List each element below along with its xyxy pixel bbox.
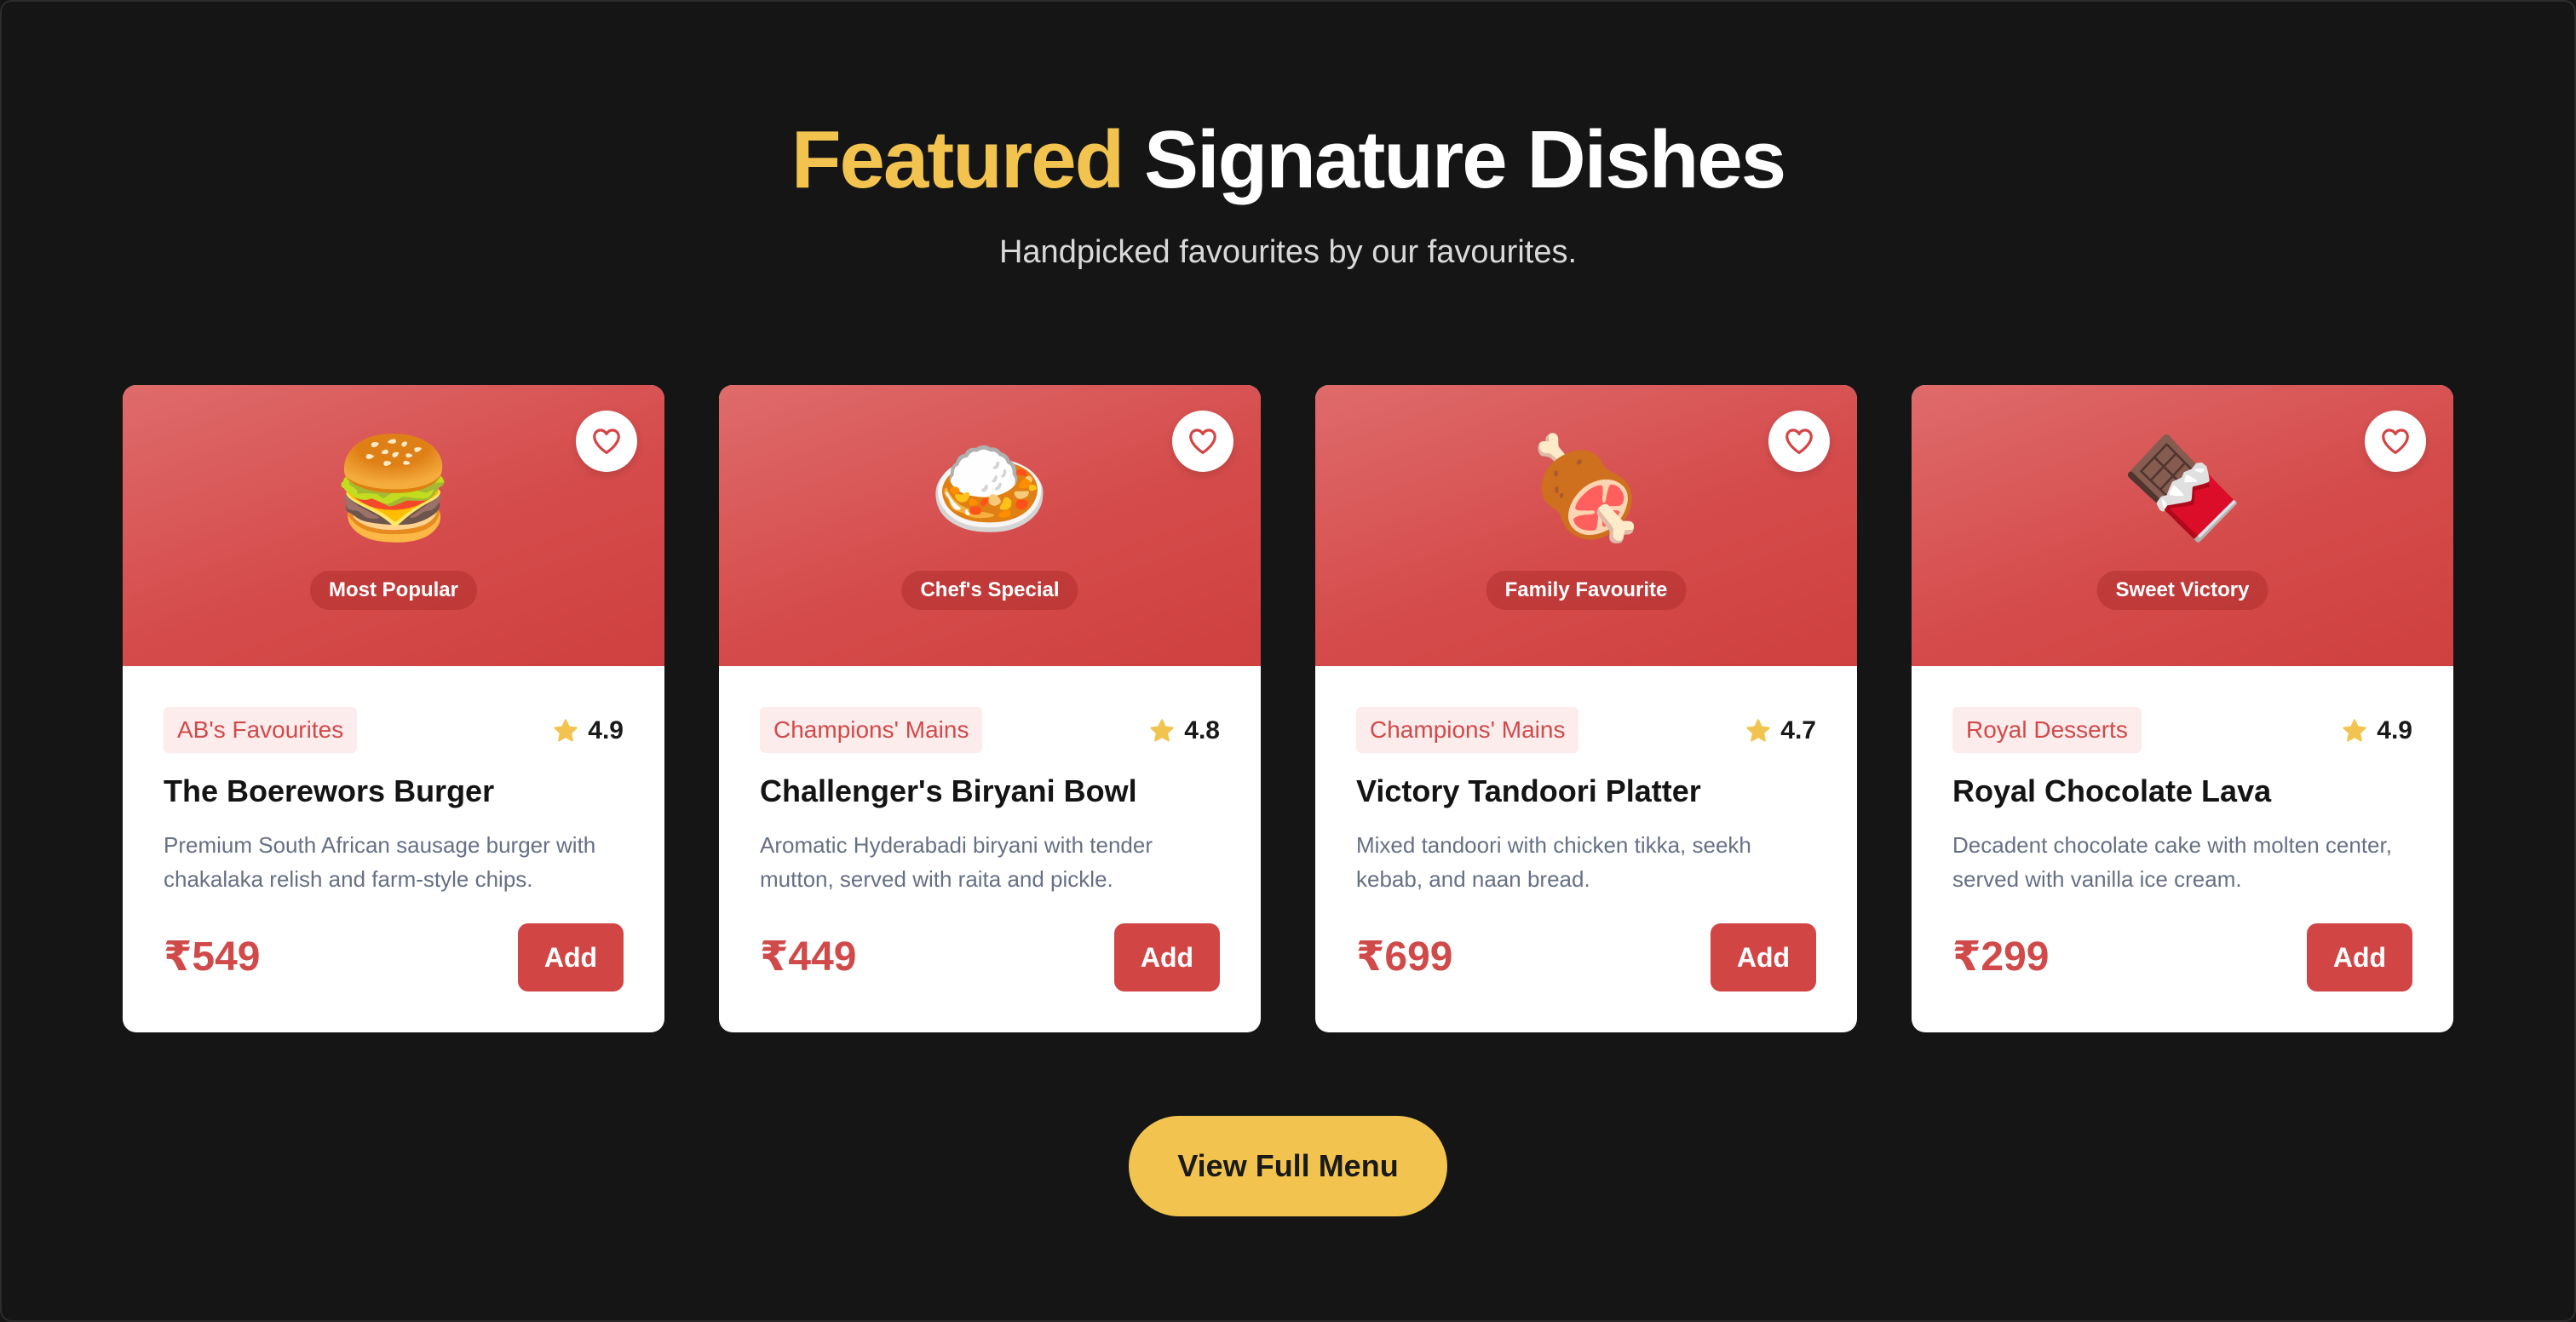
dish-price: ₹549: [164, 934, 261, 980]
dish-price: ₹699: [1356, 934, 1453, 980]
dish-name: Victory Tandoori Platter: [1356, 773, 1701, 808]
rating-value: 4.9: [2377, 716, 2412, 744]
category-tag: AB's Favourites: [164, 707, 358, 753]
dish-card: 🍛 Chef's Special Champions' Mains 4.8 Ch…: [719, 385, 1261, 1032]
favourite-button[interactable]: [2365, 411, 2426, 472]
dish-price: ₹299: [1952, 934, 2050, 980]
category-tag: Champions' Mains: [1356, 707, 1579, 753]
view-full-menu-button[interactable]: View Full Menu: [1129, 1116, 1447, 1216]
dish-description: Premium South African sausage burger wit…: [164, 832, 596, 892]
dish-badge: Chef's Special: [901, 571, 1078, 610]
add-to-cart-button[interactable]: Add: [2307, 923, 2412, 992]
heart-icon: [1189, 428, 1216, 455]
add-to-cart-button[interactable]: Add: [1711, 923, 1816, 992]
category-tag: Royal Desserts: [1952, 707, 2142, 753]
dish-card: 🍖 Family Favourite Champions' Mains 4.7 …: [1315, 385, 1857, 1032]
favourite-button[interactable]: [1768, 411, 1830, 472]
favourite-button[interactable]: [576, 411, 637, 472]
add-to-cart-button[interactable]: Add: [518, 923, 624, 992]
section-title-accent: Featured: [791, 114, 1124, 205]
star-icon: [554, 719, 578, 742]
dish-price: ₹449: [760, 934, 857, 980]
heart-icon: [1785, 428, 1813, 455]
rating-value: 4.7: [1780, 716, 1816, 744]
rating: 4.9: [552, 712, 624, 750]
rating: 4.9: [2341, 712, 2412, 750]
star-icon: [1150, 719, 1174, 742]
dish-badge: Family Favourite: [1486, 571, 1687, 610]
dish-description: Decadent chocolate cake with molten cent…: [1952, 832, 2392, 892]
dish-badge: Most Popular: [309, 571, 478, 610]
rating-value: 4.8: [1184, 716, 1220, 744]
section-title-rest: Signature Dishes: [1143, 114, 1786, 205]
dish-name: Royal Chocolate Lava: [1952, 773, 2272, 808]
dish-card: 🍫 Sweet Victory Royal Desserts 4.9 Royal…: [1912, 385, 2453, 1032]
dish-name: The Boerewors Burger: [164, 773, 495, 808]
rating: 4.7: [1745, 712, 1816, 750]
dish-badge: Sweet Victory: [2096, 571, 2268, 610]
favourite-button[interactable]: [1172, 411, 1233, 472]
dish-card-header: 🍔 Most Popular: [123, 385, 664, 666]
dish-description: Aromatic Hyderabadi biryani with tender …: [760, 832, 1153, 892]
star-icon: [2343, 719, 2366, 742]
rating-value: 4.9: [588, 716, 624, 744]
section-subtitle: Handpicked favourites by our favourites.: [998, 234, 1578, 270]
section-title: Featured Signature Dishes: [0, 109, 2576, 211]
dish-description: Mixed tandoori with chicken tikka, seekh…: [1356, 832, 1751, 892]
dish-card: 🍔 Most Popular AB's Favourites 4.9 The B…: [123, 385, 664, 1032]
dish-card-header: 🍖 Family Favourite: [1315, 385, 1857, 666]
dish-card-header: 🍛 Chef's Special: [719, 385, 1261, 666]
rating: 4.8: [1148, 712, 1220, 750]
heart-icon: [2382, 428, 2409, 455]
star-icon: [1746, 719, 1770, 742]
dish-name: Challenger's Biryani Bowl: [760, 773, 1137, 808]
heart-icon: [593, 428, 620, 455]
add-to-cart-button[interactable]: Add: [1114, 923, 1220, 992]
category-tag: Champions' Mains: [760, 707, 983, 753]
dish-card-header: 🍫 Sweet Victory: [1912, 385, 2453, 666]
